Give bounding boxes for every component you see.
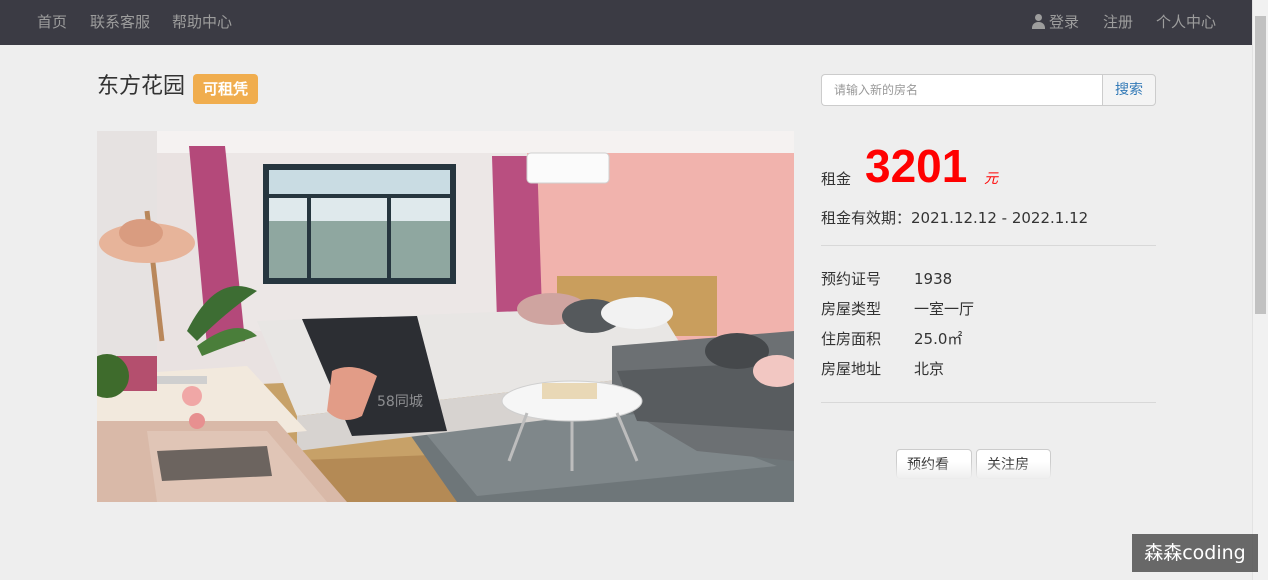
divider — [821, 402, 1156, 403]
price-label: 租金 — [821, 170, 852, 188]
photo-watermark-text: 58同城 — [377, 394, 423, 410]
fade-overlay — [860, 462, 1252, 502]
detail-value: 25.0㎡ — [914, 330, 963, 348]
detail-label: 预约证号 — [821, 270, 882, 288]
nav-login-label: 登录 — [1049, 13, 1080, 31]
price-unit: 元 — [984, 171, 998, 187]
status-badge: 可租凭 — [193, 74, 259, 104]
rent-validity-period: 租金有效期：2021.12.12 - 2022.1.12 — [821, 209, 1089, 227]
nav-help-link[interactable]: 帮助中心 — [172, 0, 232, 45]
user-icon — [1031, 13, 1046, 29]
nav-profile-link[interactable]: 个人中心 — [1156, 0, 1216, 45]
house-name-title: 东方花园 — [97, 74, 186, 99]
detail-value: 北京 — [914, 360, 945, 378]
corner-watermark: 森森coding — [1132, 534, 1258, 572]
detail-value: 1938 — [914, 270, 953, 288]
nav-contact-link[interactable]: 联系客服 — [90, 0, 150, 45]
price-value: 3201 — [865, 140, 968, 192]
search-button[interactable]: 搜索 — [1102, 74, 1156, 106]
top-navbar: 首页 联系客服 帮助中心 登录 注册 个人中心 — [0, 0, 1252, 45]
nav-home-link[interactable]: 首页 — [37, 0, 67, 45]
nav-login-link[interactable]: 登录 — [1031, 0, 1079, 45]
page-scrollbar[interactable] — [1252, 0, 1268, 580]
room-photo: 58同城 — [97, 131, 794, 502]
detail-label: 住房面积 — [821, 330, 882, 348]
house-search-input[interactable] — [821, 74, 1103, 106]
detail-label: 房屋类型 — [821, 300, 882, 318]
scrollbar-thumb[interactable] — [1255, 16, 1266, 314]
nav-register-link[interactable]: 注册 — [1103, 0, 1133, 45]
detail-label: 房屋地址 — [821, 360, 882, 378]
detail-value: 一室一厅 — [914, 300, 975, 318]
divider — [821, 245, 1156, 246]
